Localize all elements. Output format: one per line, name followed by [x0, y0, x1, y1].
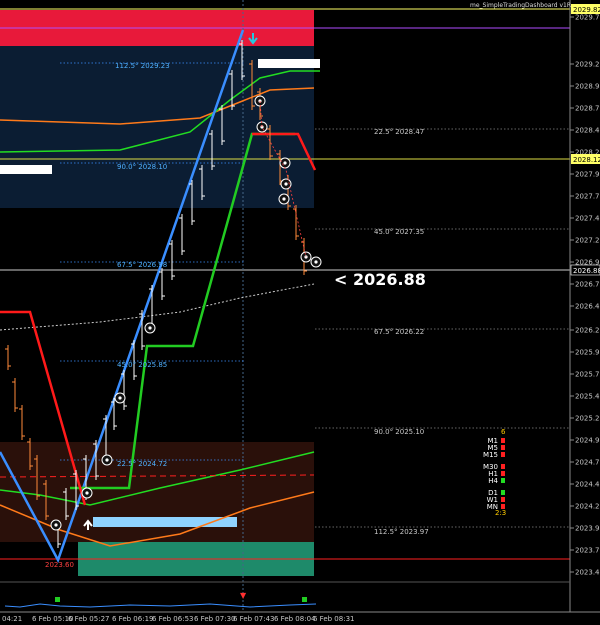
trade-marker-dot	[85, 491, 89, 495]
trade-marker-dot	[105, 458, 109, 462]
price-tick-label: 2023.70	[575, 547, 600, 555]
fib-level-label: 22.5° 2024.72	[117, 460, 167, 468]
dashboard-count: 6	[501, 428, 506, 436]
fib-level-label: 90.0° 2025.10	[374, 428, 424, 436]
fib-level-label: 112.5° 2023.97	[374, 528, 429, 536]
svg-text:▼: ▼	[240, 591, 247, 600]
price-tick-label: 2023.45	[575, 569, 600, 577]
price-tick-label: 2029.70	[575, 14, 600, 22]
time-tick-label: 6 Feb 08:04	[274, 615, 316, 623]
trade-marker-dot	[283, 161, 287, 165]
price-tick-label: 2025.45	[575, 393, 600, 401]
price-badge-label: 2029.82	[573, 6, 600, 14]
price-tick-label: 2024.70	[575, 459, 600, 467]
trade-marker-dot	[282, 197, 286, 201]
dashboard-tf-label: M15	[483, 451, 498, 459]
price-tick-label: 2028.70	[575, 105, 600, 113]
ma-white-dotted	[0, 283, 315, 331]
mtf-dashboard: 6M1M5M15M30H1H4D1W1MN2:3	[483, 428, 506, 517]
time-tick-label: 6 Feb 08:31	[313, 615, 354, 623]
fib-level-label: 45.0° 2025.85	[117, 361, 167, 369]
fib-level-label: 90.0° 2028.10	[117, 163, 167, 171]
time-tick-label: 6 Feb 06:53	[152, 615, 193, 623]
trade-marker-dot	[284, 182, 288, 186]
chart-window: 2029.70 2029.20 2028.95 2028.70 2028.45 2028.…	[0, 0, 600, 625]
price-tick-label: 2026.70	[575, 281, 600, 289]
price-tick-label: 2024.45	[575, 481, 600, 489]
dashboard-status-icon	[501, 452, 505, 457]
price-tick-label: 2028.95	[575, 83, 600, 91]
price-tick-label: 2027.45	[575, 215, 600, 223]
price-axis[interactable]: 2029.70 2029.20 2028.95 2028.70 2028.45 2028.…	[570, 4, 600, 577]
price-tick-label: 2027.95	[575, 171, 600, 179]
low-price-label: 2023.60	[45, 561, 74, 569]
dashboard-status-icon	[501, 478, 505, 483]
price-chart[interactable]: 2029.70 2029.20 2028.95 2028.70 2028.45 2028.…	[0, 0, 600, 625]
fib-level-label: 67.5° 2026.98	[117, 261, 167, 269]
dashboard-status-icon	[501, 497, 505, 502]
dashboard-status-icon	[501, 445, 505, 450]
price-tick-label: 2025.20	[575, 415, 600, 423]
trade-marker-dot	[314, 260, 318, 264]
dashboard-status-icon	[501, 490, 505, 495]
price-tick-label: 2024.95	[575, 437, 600, 445]
time-tick-label: 6 Feb 06:19	[112, 615, 153, 623]
info-bar-top	[258, 59, 320, 68]
fib-level-label: 112.5° 2029.23	[115, 62, 170, 70]
price-tick-label: 2023.95	[575, 525, 600, 533]
price-tick-label: 2026.20	[575, 327, 600, 335]
dashboard-ratio: 2:3	[495, 509, 506, 517]
price-tick-label: 2027.20	[575, 237, 600, 245]
current-price-label: < 2026.88	[334, 270, 426, 289]
sub-pane-indicator: ▼	[4, 591, 317, 608]
time-axis[interactable]: 04:21 6 Feb 05:106 Feb 05:27 6 Feb 06:196 …	[2, 615, 354, 623]
time-tick-label: 04:21	[2, 615, 22, 623]
fib-level-label: 67.5° 2026.22	[374, 328, 424, 336]
price-tick-label: 2028.45	[575, 127, 600, 135]
trade-marker-dot	[118, 396, 122, 400]
fib-level-label: 22.5° 2028.47	[374, 128, 424, 136]
time-tick-label: 6 Feb 07:43	[233, 615, 274, 623]
price-tick-label: 2029.20	[575, 61, 600, 69]
dashboard-status-icon	[501, 438, 505, 443]
price-tick-label: 2025.95	[575, 349, 600, 357]
price-tick-label: 2026.45	[575, 303, 600, 311]
dashboard-status-icon	[501, 471, 505, 476]
fib-level-label: 45.0° 2027.35	[374, 228, 424, 236]
trade-marker-dot	[54, 523, 58, 527]
dashboard-status-icon	[501, 464, 505, 469]
price-badge-label: 2028.12	[573, 156, 600, 164]
price-tick-label: 2027.70	[575, 193, 600, 201]
info-bar-light-blue	[93, 517, 237, 527]
time-tick-label: 6 Feb 07:30	[194, 615, 235, 623]
indicator-title: me_SimpleTradingDashboard v1R	[470, 2, 571, 9]
price-tick-label: 2025.70	[575, 371, 600, 379]
info-bar-left	[0, 165, 52, 174]
trade-marker-dot	[148, 326, 152, 330]
price-badge-label: 2026.88	[573, 267, 600, 275]
dashboard-tf-label: H4	[488, 477, 498, 485]
price-tick-label: 2024.20	[575, 503, 600, 511]
time-tick-label: 6 Feb 05:27	[68, 615, 109, 623]
